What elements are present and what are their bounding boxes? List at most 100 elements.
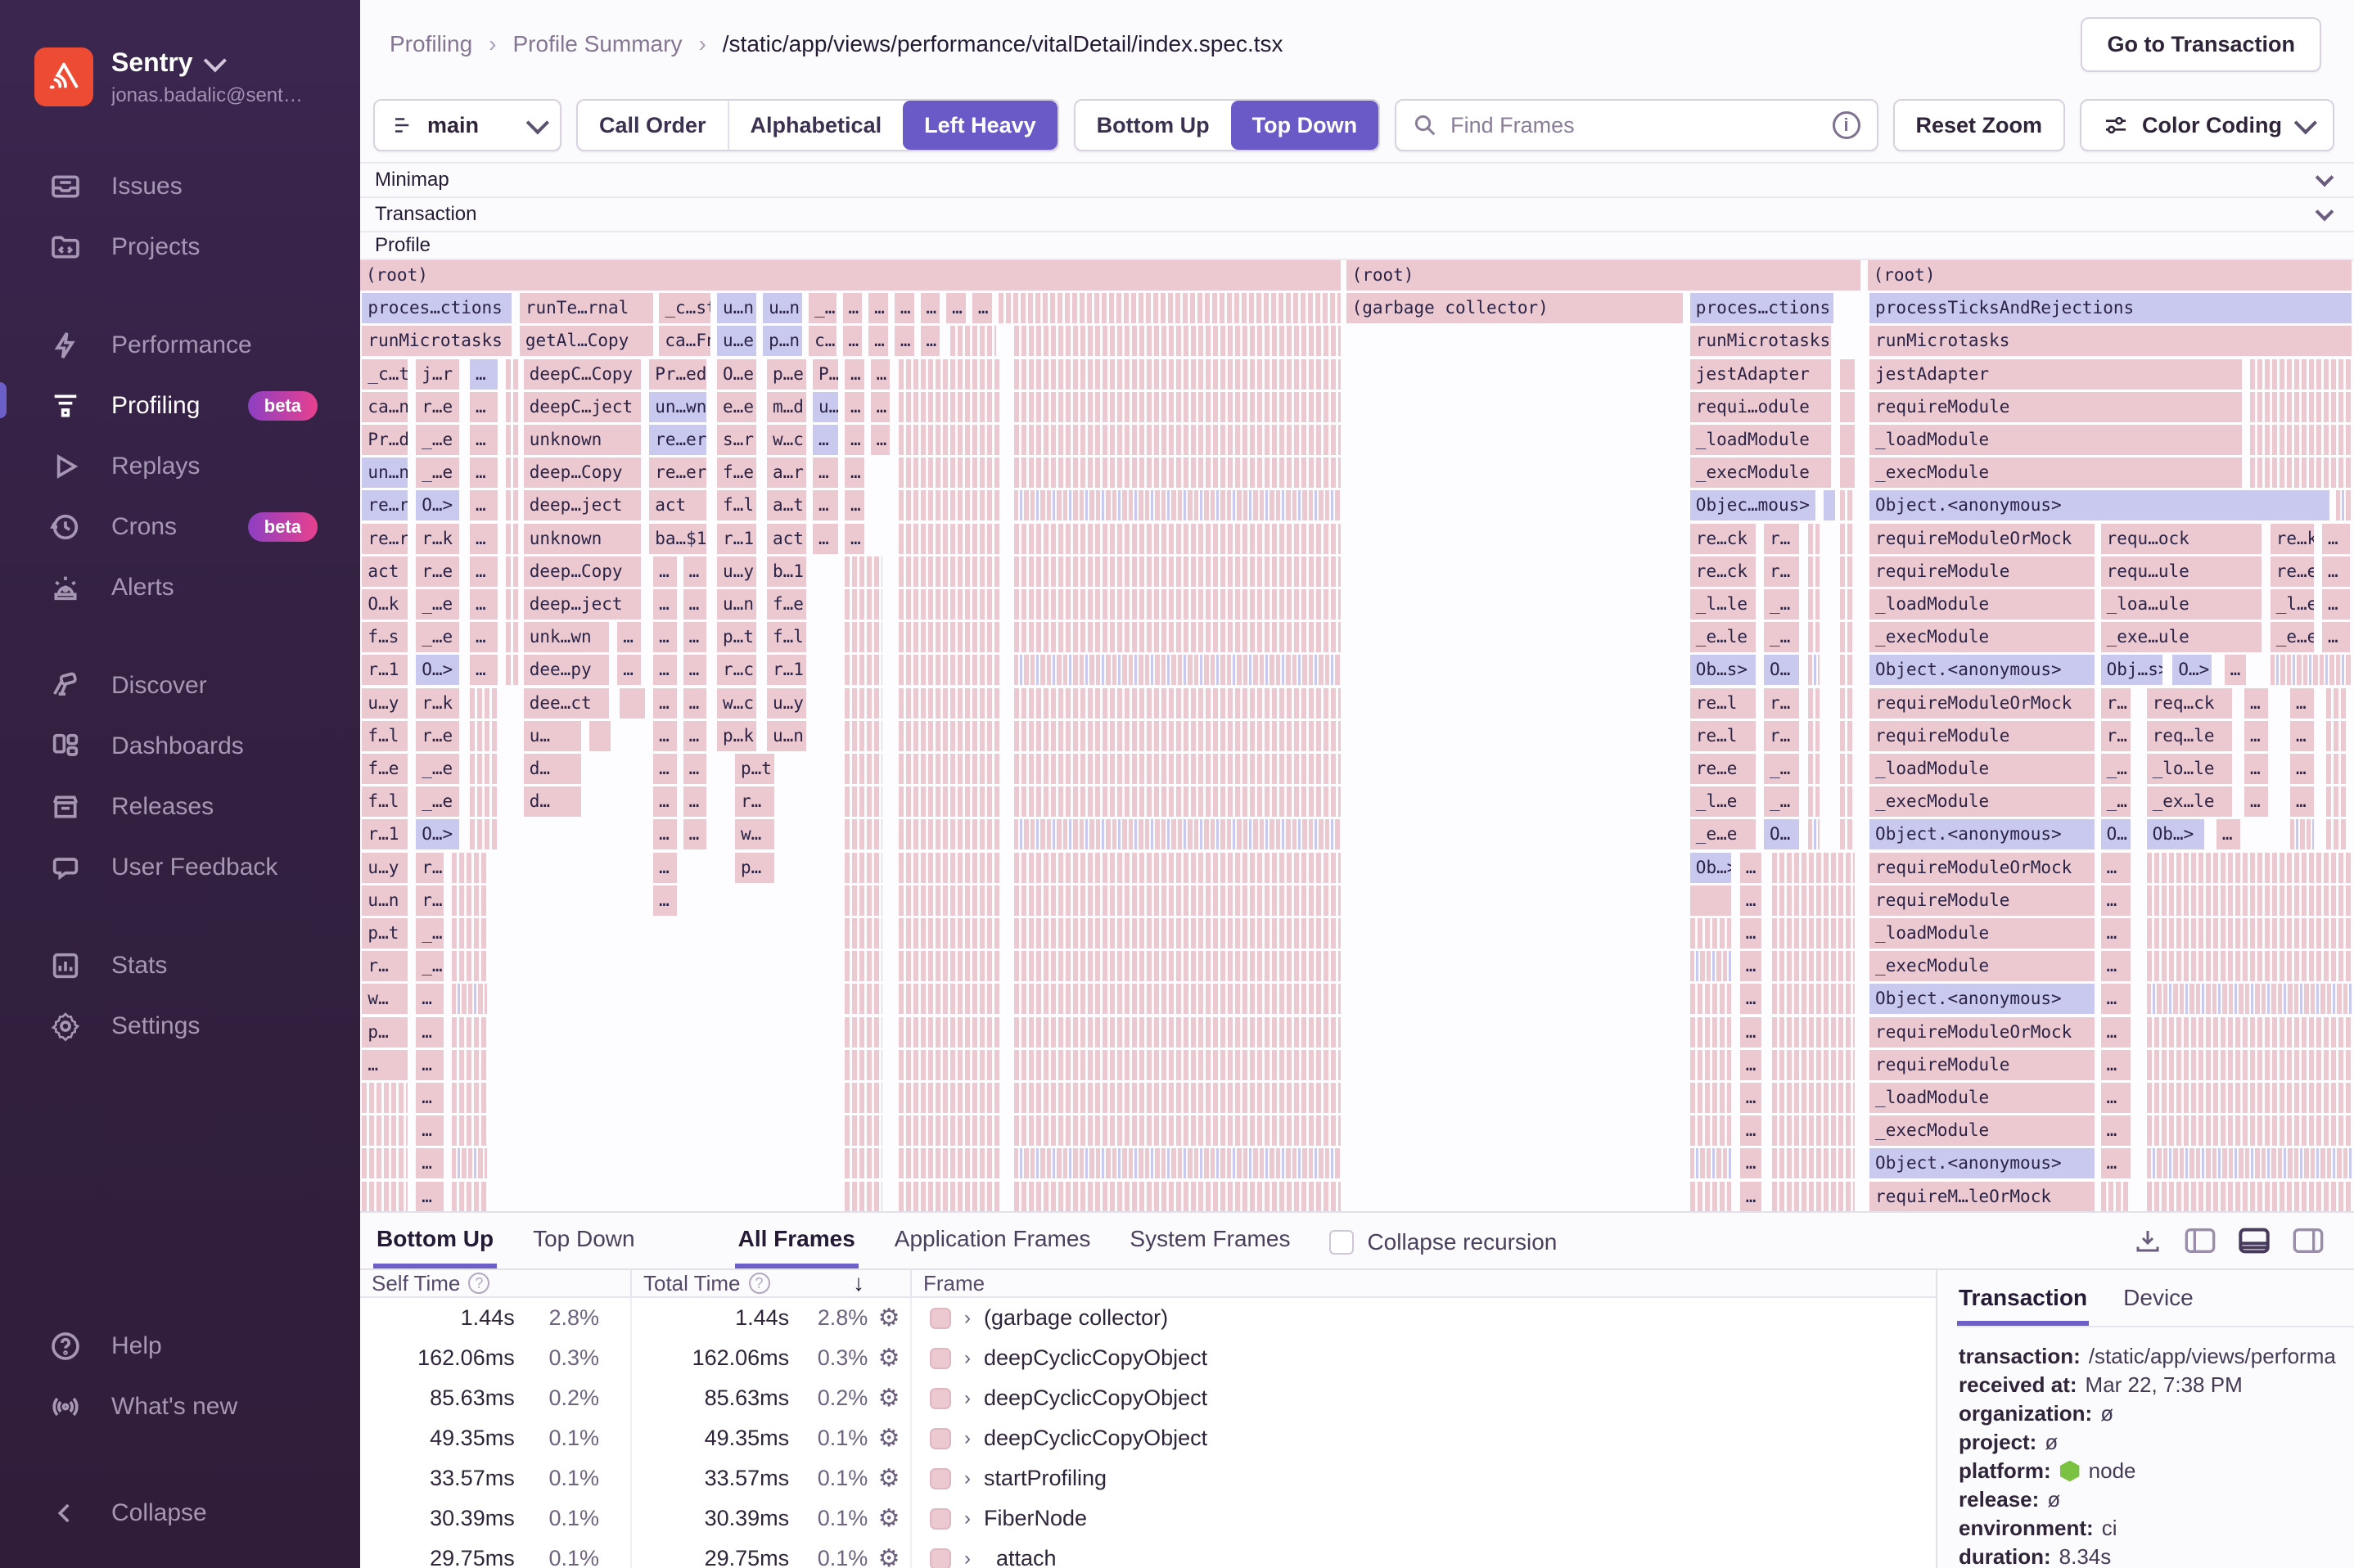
- flame-frame-cluster[interactable]: [898, 1016, 1000, 1048]
- flame-frame[interactable]: r…: [362, 951, 408, 982]
- flame-frame[interactable]: d…: [523, 786, 581, 818]
- flame-frame-cluster[interactable]: [362, 1181, 408, 1211]
- flame-frame[interactable]: s…r: [717, 425, 757, 455]
- gear-icon[interactable]: ⚙: [868, 1464, 910, 1493]
- flame-frame[interactable]: requireModule: [1869, 1049, 2095, 1080]
- flame-frame[interactable]: act: [362, 556, 408, 587]
- flame-frame-cluster[interactable]: [1807, 655, 1820, 686]
- tab-device[interactable]: Device: [2122, 1277, 2195, 1326]
- sidebar-item-stats[interactable]: Stats: [0, 935, 360, 996]
- flame-frame-cluster[interactable]: [844, 984, 882, 1015]
- flame-frame[interactable]: c…: [809, 326, 837, 357]
- flame-frame[interactable]: _loa…ule: [2100, 589, 2262, 620]
- flame-frame-cluster[interactable]: [362, 1148, 408, 1179]
- flame-frame[interactable]: P…: [812, 358, 839, 390]
- flame-frame[interactable]: …: [683, 786, 707, 818]
- flame-frame-cluster[interactable]: [1771, 1148, 1856, 1179]
- flame-frame[interactable]: [619, 687, 645, 719]
- flame-frame[interactable]: un…wn: [649, 391, 707, 422]
- flame-frame[interactable]: _loadModule: [1869, 918, 2095, 948]
- flame-frame-cluster[interactable]: [1014, 984, 1341, 1015]
- flame-frame[interactable]: f…l: [362, 786, 408, 818]
- flame-frame[interactable]: u…n: [717, 589, 757, 620]
- flame-frame-cluster[interactable]: [898, 457, 1000, 489]
- flame-frame-cluster[interactable]: [452, 1115, 488, 1147]
- flame-frame[interactable]: …: [653, 622, 677, 653]
- flame-frame[interactable]: …: [653, 655, 677, 686]
- flame-frame[interactable]: …: [683, 655, 707, 686]
- flame-frame[interactable]: …: [1739, 1083, 1761, 1113]
- flame-frame[interactable]: O…: [1763, 819, 1800, 850]
- chevron-right-icon[interactable]: ›: [964, 1507, 971, 1530]
- flame-frame[interactable]: deepC…ject: [523, 391, 641, 422]
- flame-frame[interactable]: …: [653, 786, 677, 818]
- flame-frame[interactable]: un…n: [362, 457, 408, 489]
- flame-frame-cluster[interactable]: [452, 918, 488, 948]
- flame-frame[interactable]: p…: [362, 1016, 408, 1048]
- flame-frame-cluster[interactable]: [2146, 852, 2352, 883]
- flame-frame[interactable]: Object.<anonymous>: [1869, 1148, 2095, 1179]
- flame-frame-cluster[interactable]: [844, 885, 882, 916]
- flame-frame[interactable]: …: [844, 391, 864, 422]
- flame-frame[interactable]: re…r: [362, 490, 408, 521]
- flame-frame[interactable]: …: [946, 293, 966, 324]
- flame-frame-cluster[interactable]: [505, 457, 520, 489]
- chevron-right-icon[interactable]: ›: [964, 1347, 971, 1370]
- flame-frame-cluster[interactable]: [898, 358, 1000, 390]
- chevron-right-icon[interactable]: ›: [964, 1307, 971, 1330]
- flame-frame[interactable]: …: [2100, 885, 2131, 916]
- flame-frame[interactable]: r…k: [416, 523, 460, 554]
- flame-frame[interactable]: …: [683, 819, 707, 850]
- sidebar-item-projects[interactable]: Projects: [0, 217, 360, 277]
- flame-frame[interactable]: u…: [812, 391, 839, 422]
- sidebar-item-releases[interactable]: Releases: [0, 777, 360, 837]
- flame-frame[interactable]: …: [1739, 984, 1761, 1015]
- flame-frame[interactable]: _execModule: [1869, 622, 2095, 653]
- flame-frame[interactable]: …: [894, 293, 914, 324]
- table-row[interactable]: 33.57ms 0.1% 33.57ms 0.1% ⚙ › startProfiling: [360, 1458, 1936, 1498]
- chevron-right-icon[interactable]: ›: [964, 1548, 971, 1568]
- flame-frame[interactable]: r…k: [416, 687, 460, 719]
- flame-frame[interactable]: f…e: [362, 754, 408, 784]
- flame-frame-cluster[interactable]: [452, 1049, 488, 1080]
- call-order-button[interactable]: Call Order: [578, 101, 728, 150]
- flame-frame[interactable]: …: [683, 556, 707, 587]
- flame-frame[interactable]: …: [416, 1148, 444, 1179]
- flame-frame[interactable]: f…e: [717, 457, 757, 489]
- flame-frame-cluster[interactable]: [1014, 457, 1341, 489]
- flame-frame[interactable]: …: [469, 655, 498, 686]
- flame-frame[interactable]: _…: [809, 293, 837, 324]
- flame-frame[interactable]: requireModuleOrMock: [1869, 1016, 2095, 1048]
- flame-frame-cluster[interactable]: [1771, 1049, 1856, 1080]
- flame-frame-cluster[interactable]: [898, 720, 1000, 751]
- flame-frame-cluster[interactable]: [505, 589, 520, 620]
- chevron-right-icon[interactable]: ›: [964, 1427, 971, 1450]
- flame-frame-cluster[interactable]: [844, 754, 882, 784]
- flame-frame-cluster[interactable]: [1014, 1016, 1341, 1048]
- flame-frame[interactable]: _…e: [416, 754, 460, 784]
- flame-frame[interactable]: …: [812, 490, 839, 521]
- flame-frame[interactable]: act: [766, 523, 807, 554]
- flame-frame-cluster[interactable]: [1807, 556, 1820, 587]
- flame-frame-cluster[interactable]: [1689, 951, 1732, 982]
- flame-frame[interactable]: …: [920, 326, 940, 357]
- flame-frame[interactable]: …: [894, 326, 914, 357]
- flame-frame[interactable]: O…: [2100, 819, 2131, 850]
- flame-frame[interactable]: u…y: [717, 556, 757, 587]
- flame-frame[interactable]: b…1: [766, 556, 807, 587]
- flame-frame[interactable]: (garbage collector): [1346, 293, 1683, 324]
- flame-frame[interactable]: …: [870, 425, 891, 455]
- flame-frame-cluster[interactable]: [844, 1115, 882, 1147]
- flame-frame[interactable]: …: [653, 819, 677, 850]
- flame-frame-cluster[interactable]: [1689, 1083, 1732, 1113]
- flame-frame[interactable]: …: [2290, 720, 2314, 751]
- color-coding-button[interactable]: Color Coding: [2080, 99, 2334, 151]
- flame-frame[interactable]: r…: [734, 786, 775, 818]
- flame-frame[interactable]: _exe…ule: [2100, 622, 2262, 653]
- flame-frame[interactable]: …: [1739, 918, 1761, 948]
- flame-frame[interactable]: …: [2100, 1083, 2131, 1113]
- flame-frame-cluster[interactable]: [2146, 918, 2352, 948]
- flame-frame-cluster[interactable]: [452, 885, 488, 916]
- flame-frame[interactable]: w…c: [766, 425, 807, 455]
- flame-frame-cluster[interactable]: [362, 1115, 408, 1147]
